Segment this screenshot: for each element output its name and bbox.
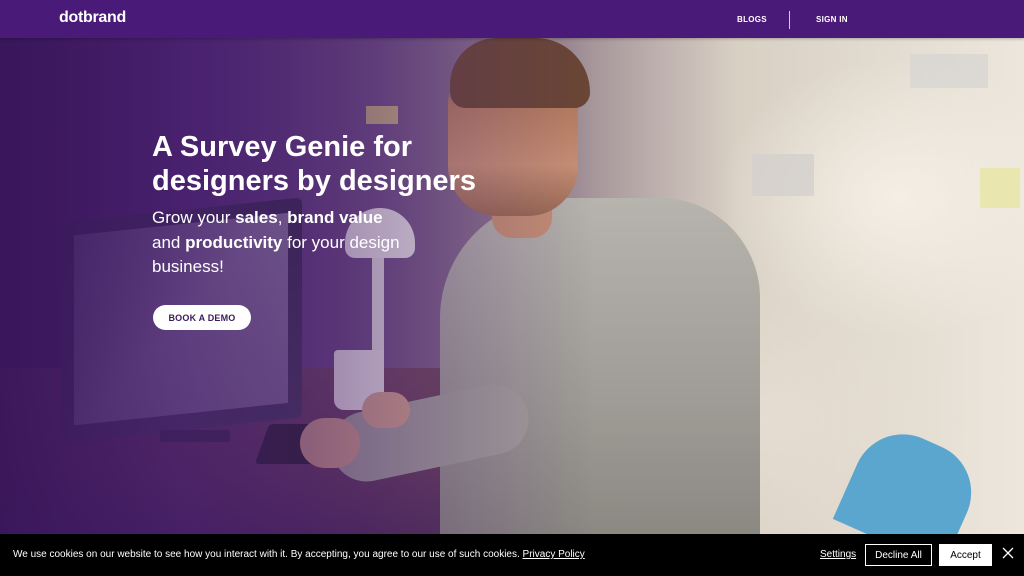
hero-headline: A Survey Genie for designers by designer… xyxy=(152,130,512,198)
nav-sign-in-link[interactable]: SIGN IN xyxy=(816,15,848,24)
nav-blogs-link[interactable]: BLOGS xyxy=(737,15,767,24)
headline-line-2: designers by designers xyxy=(152,165,476,197)
hero-subheadline: Grow your sales, brand value and product… xyxy=(152,206,412,280)
privacy-policy-link[interactable]: Privacy Policy xyxy=(523,549,585,560)
headline-line-1: A Survey Genie for xyxy=(152,131,413,163)
hero-overlay xyxy=(0,38,1024,534)
nav-divider xyxy=(789,11,790,29)
top-navigation-bar: dotbrand BLOGS SIGN IN xyxy=(0,0,1024,38)
cookie-message: We use cookies on our website to see how… xyxy=(13,549,585,560)
decline-all-button[interactable]: Decline All xyxy=(865,544,932,566)
hero-section: A Survey Genie for designers by designer… xyxy=(0,38,1024,534)
sub-text: Grow your xyxy=(152,208,236,227)
cookie-text: We use cookies on our website to see how… xyxy=(13,549,520,560)
sub-bold-brand-value: brand value xyxy=(287,208,383,227)
sub-bold-productivity: productivity xyxy=(185,232,283,252)
cookie-banner: We use cookies on our website to see how… xyxy=(0,534,1024,576)
sub-bold-sales: sales xyxy=(235,208,278,227)
sub-text: , xyxy=(277,208,288,227)
accept-button[interactable]: Accept xyxy=(939,544,992,566)
cookie-settings-link[interactable]: Settings xyxy=(820,549,856,560)
book-demo-button[interactable]: BOOK A DEMO xyxy=(153,305,251,330)
close-icon[interactable] xyxy=(1002,547,1014,559)
sub-text: and xyxy=(152,232,186,252)
logo[interactable]: dotbrand xyxy=(59,9,126,27)
